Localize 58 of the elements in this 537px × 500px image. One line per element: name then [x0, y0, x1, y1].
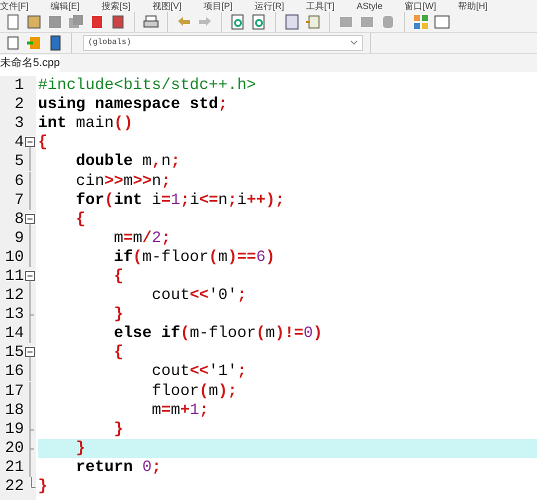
code-line: { — [112, 266, 124, 286]
menu-item[interactable]: 运行[R] — [254, 1, 284, 11]
code-line: int main() — [38, 114, 134, 134]
menu-item[interactable]: 项目[P] — [204, 1, 233, 11]
code-line: return 0; — [74, 458, 162, 477]
line-number: 13 — [5, 305, 24, 324]
code-line: } — [112, 420, 124, 439]
line-number: 22 — [5, 477, 24, 496]
chevron-down-icon — [350, 40, 358, 46]
line-number: 6 — [14, 172, 24, 191]
menu-item[interactable]: 搜索[S] — [102, 1, 131, 11]
line-number: 5 — [14, 152, 24, 172]
code-line: if(m-floor(m)==6) — [112, 248, 276, 267]
line-number: 21 — [5, 458, 24, 477]
line-number: 9 — [14, 228, 24, 248]
code-line: for(int i=1;i<=n;i++); — [74, 190, 286, 210]
line-number: 12 — [5, 286, 24, 306]
code-line: else if(m-floor(m)!=0) — [112, 324, 324, 344]
menu-item[interactable]: 视图[V] — [152, 1, 182, 11]
code-line: floor(m); — [150, 382, 238, 401]
code-line: } — [112, 305, 124, 324]
line-number: 15 — [5, 343, 24, 362]
line-number: 18 — [5, 400, 24, 420]
code-line: double m,n; — [74, 152, 182, 172]
code-line: cout<<'0'; — [150, 286, 248, 306]
line-number: 4 — [14, 133, 24, 152]
code-line: using namespace std; — [38, 95, 229, 114]
line-number: 14 — [5, 324, 24, 344]
menu-item[interactable]: 工具[T] — [306, 1, 335, 11]
line-number: 19 — [5, 420, 24, 439]
line-number: 11 — [5, 266, 24, 286]
line-number: 3 — [14, 114, 24, 134]
menu-item[interactable]: 帮助[H] — [458, 1, 488, 11]
line-number: 2 — [14, 95, 24, 114]
code-line: cout<<'1'; — [150, 362, 248, 382]
line-number: 20 — [5, 438, 24, 458]
line-number: 8 — [14, 210, 24, 229]
menu-item[interactable]: AStyle — [356, 1, 383, 11]
code-line: { — [112, 343, 124, 362]
line-number: 10 — [5, 248, 24, 267]
code-line: #include<bits/stdc++.h> — [38, 76, 258, 96]
printer-icon[interactable] — [142, 12, 160, 30]
code-line: m=m+1; — [150, 400, 210, 420]
menu-item[interactable]: 窗口[W] — [404, 1, 436, 11]
code-line: } — [38, 476, 48, 496]
line-number: 17 — [5, 382, 24, 401]
line-number: 7 — [14, 190, 24, 210]
window-icon[interactable] — [433, 12, 451, 30]
code-line: m=m/2; — [112, 228, 172, 248]
line-number: 16 — [5, 362, 24, 382]
menu-item[interactable]: 编辑[E] — [50, 1, 80, 11]
code-line: cin>>m>>n; — [74, 171, 172, 191]
code-line: { — [74, 210, 86, 229]
line-number: 1 — [14, 76, 24, 96]
menu-item[interactable]: 文件[F] — [0, 1, 28, 11]
scope-dropdown[interactable]: (globals) — [83, 35, 363, 51]
file-tab[interactable]: 未命名5.cpp — [0, 55, 60, 72]
code-line: { — [38, 133, 48, 152]
